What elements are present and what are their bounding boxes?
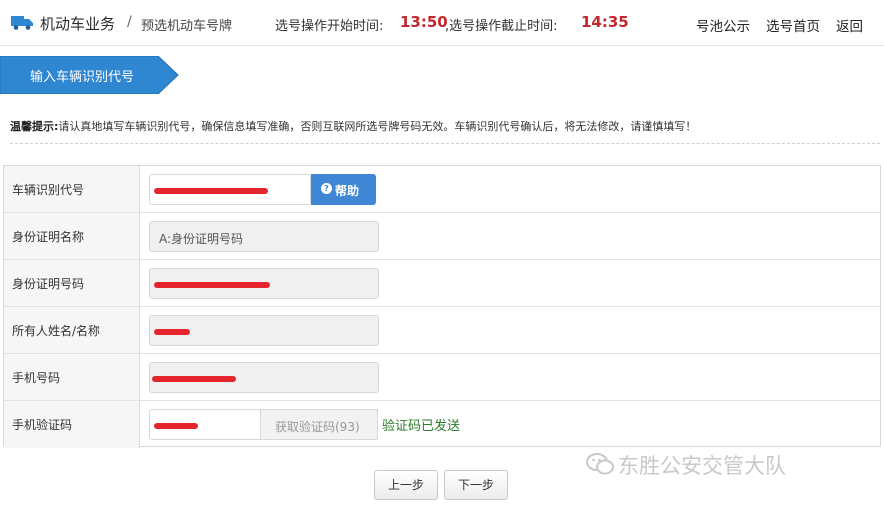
- phone-label: 手机号码: [12, 371, 61, 385]
- owner-field: [149, 315, 379, 346]
- top-bar: 机动车业务 / 预选机动车号牌 选号操作开始时间: 13:50 ,选号操作截止时…: [0, 0, 884, 46]
- nav-pool-notice[interactable]: 号池公示: [696, 15, 750, 35]
- breadcrumb: 预选机动车号牌: [141, 19, 233, 34]
- redaction-mark: [154, 188, 268, 194]
- watermark-text: 东胜公安交管大队: [618, 454, 786, 478]
- app-title: 机动车业务: [40, 15, 116, 33]
- form-row-vin: 车辆识别代号 ? 帮助: [4, 166, 880, 213]
- vin-input[interactable]: [149, 174, 311, 205]
- owner-label: 所有人姓名/名称: [12, 324, 101, 338]
- vin-label: 车辆识别代号: [12, 183, 85, 197]
- prev-step-button[interactable]: 上一步: [374, 470, 438, 500]
- nav-back[interactable]: 返回: [836, 15, 863, 35]
- step-label: 输入车辆识别代号: [30, 70, 135, 85]
- sms-code-input[interactable]: [149, 409, 261, 440]
- form-row-owner: 所有人姓名/名称: [4, 307, 880, 354]
- phone-field: [149, 362, 379, 393]
- tip-message: 温馨提示:请认真地填写车辆识别代号，确保信息填写准确，否则互联网所选号牌号码无效…: [10, 118, 696, 134]
- id-type-label: 身份证明名称: [12, 230, 85, 244]
- redaction-mark: [152, 376, 236, 382]
- sms-code-label: 手机验证码: [12, 418, 73, 432]
- get-code-button[interactable]: 获取验证码(93): [260, 409, 378, 440]
- id-number-label: 身份证明号码: [12, 277, 85, 291]
- redaction-mark: [154, 282, 270, 288]
- code-sent-message: 验证码已发送: [382, 419, 461, 434]
- start-time-label: 选号操作开始时间:: [275, 19, 384, 34]
- id-type-value: A:身份证明号码: [159, 232, 244, 246]
- start-time-value: 13:50: [400, 13, 448, 31]
- form-row-phone: 手机号码: [4, 354, 880, 401]
- vehicle-form: 车辆识别代号 ? 帮助 身份证明名称 A:身份证明号码 身份证明号码 所有人姓名…: [3, 165, 881, 448]
- end-time-label: ,选号操作截止时间:: [445, 19, 558, 34]
- divider: [10, 143, 880, 144]
- form-row-id-number: 身份证明号码: [4, 260, 880, 307]
- nav-home[interactable]: 选号首页: [766, 15, 820, 35]
- help-button[interactable]: ? 帮助: [311, 174, 376, 205]
- question-icon: ?: [321, 183, 332, 194]
- redaction-mark: [154, 423, 198, 429]
- form-row-sms-code: 手机验证码 获取验证码(93) 验证码已发送: [4, 401, 880, 448]
- id-type-field: A:身份证明号码: [149, 221, 379, 252]
- id-number-field: [149, 268, 379, 299]
- truck-icon: [11, 16, 33, 30]
- tip-title: 温馨提示:: [10, 120, 59, 133]
- tip-text: 请认真地填写车辆识别代号，确保信息填写准确，否则互联网所选号牌号码无效。车辆识别…: [58, 120, 697, 133]
- breadcrumb-separator: /: [127, 14, 132, 30]
- form-row-id-type: 身份证明名称 A:身份证明号码: [4, 213, 880, 260]
- end-time-value: 14:35: [581, 13, 629, 31]
- redaction-mark: [154, 329, 190, 335]
- next-step-button[interactable]: 下一步: [444, 470, 508, 500]
